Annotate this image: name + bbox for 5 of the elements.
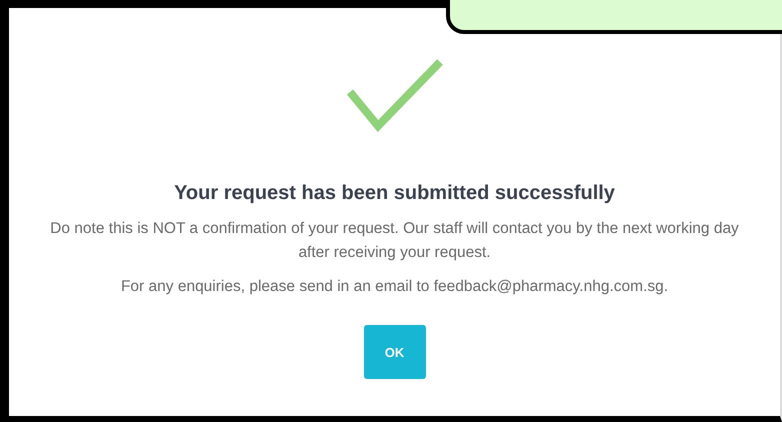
dialog-title: Your request has been submitted successfully [174, 182, 615, 205]
checkmark-icon [346, 58, 444, 132]
message-text: For any enquiries, please send in an email to feedback@pharmacy.nhg.com.sg. [120, 277, 668, 297]
ok-button[interactable]: OK [364, 325, 426, 379]
message-text: Do note this is NOT a confirmation of your request. Our staff will contact you by the next working day after receiving your request. [49, 219, 740, 263]
